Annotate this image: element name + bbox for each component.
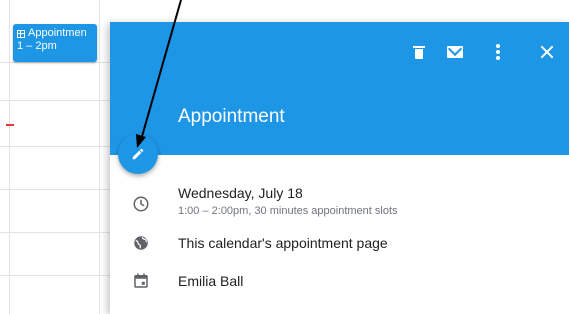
annotation-arrow [136, 0, 182, 148]
